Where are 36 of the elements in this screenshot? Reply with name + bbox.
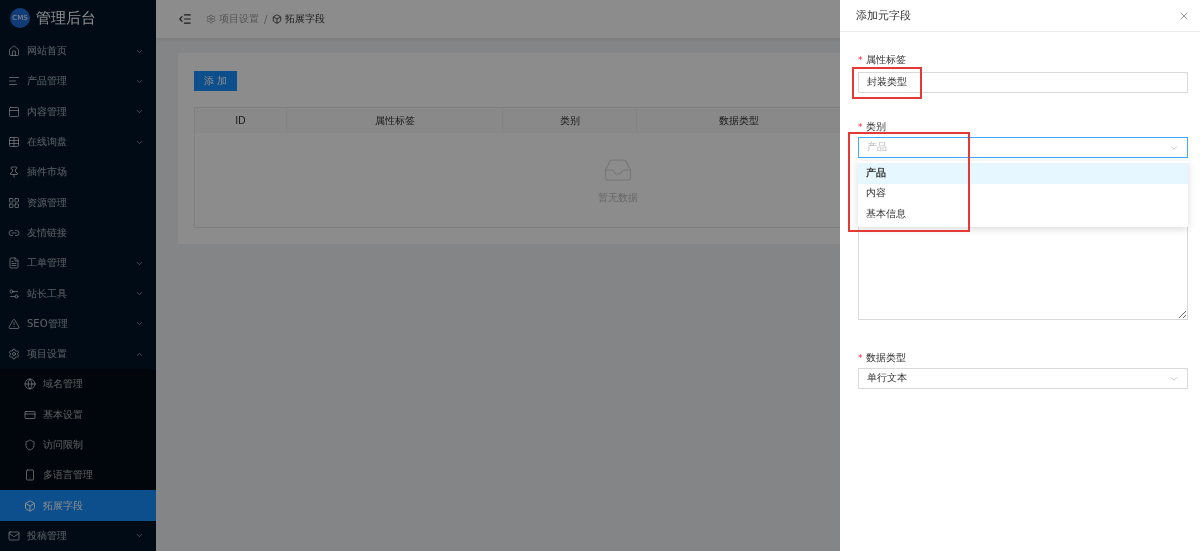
breadcrumb-separator: / <box>264 13 268 25</box>
dropdown-option[interactable]: 基本信息 <box>858 204 1188 225</box>
sidebar-item[interactable]: 站长工具 <box>0 278 156 309</box>
sidebar-item[interactable]: SEO管理 <box>0 308 156 339</box>
sidebar-item[interactable]: 插件市场 <box>0 157 156 188</box>
dropdown-option[interactable]: 内容 <box>858 183 1188 204</box>
select-field[interactable]: 单行文本 <box>858 368 1188 389</box>
sidebar-item[interactable]: 资源管理 <box>0 187 156 218</box>
field-label: * 数据类型 <box>858 352 906 364</box>
sidebar-item[interactable]: 工单管理 <box>0 248 156 279</box>
breadcrumb-item[interactable]: 拓展字段 <box>272 12 326 26</box>
text-field[interactable]: 封装类型 <box>858 72 1188 93</box>
sidebar-subitem[interactable]: 基本设置 <box>0 399 156 430</box>
field-label: * 属性标签 <box>858 54 906 66</box>
sidebar-subitem[interactable]: 拓展字段 <box>0 490 156 521</box>
cube-icon <box>272 14 283 24</box>
sidebar-item[interactable]: 网站首页 <box>0 36 156 67</box>
field-label: * 类别 <box>858 121 886 133</box>
column-header: 类别 <box>503 108 637 133</box>
sidebar-item[interactable]: 产品管理 <box>0 66 156 97</box>
sidebar-subitem[interactable]: 域名管理 <box>0 369 156 400</box>
sidebar-subitem[interactable]: 多语言管理 <box>0 460 156 491</box>
sidebar-item[interactable]: 内容管理 <box>0 96 156 127</box>
drawer-title: 添加元字段 <box>856 8 911 23</box>
sidebar-item[interactable]: 在线询盘 <box>0 126 156 158</box>
dropdown-option[interactable]: 产品 <box>858 163 1188 184</box>
settings-icon <box>206 14 216 24</box>
cube-icon <box>24 499 36 512</box>
highlight-overlay <box>852 67 922 99</box>
sidebar-item[interactable]: 友情链接 <box>0 217 156 249</box>
add-button[interactable]: 添 加 <box>194 71 238 91</box>
app-title: 管理后台 <box>36 8 96 28</box>
sidebar-subitem[interactable]: 访问限制 <box>0 429 156 461</box>
menu-toggle-icon[interactable] <box>178 12 192 26</box>
column-header: 属性标签 <box>287 108 503 133</box>
column-header: ID <box>195 108 287 133</box>
